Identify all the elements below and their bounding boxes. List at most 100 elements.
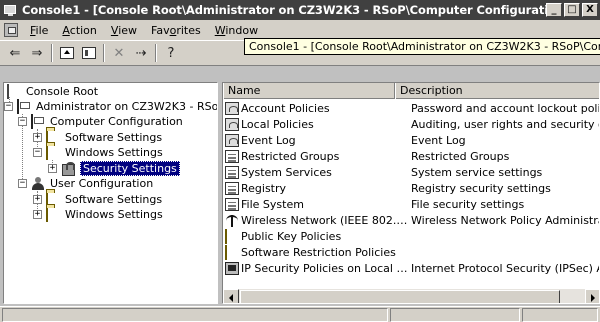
list-item-description: System service settings xyxy=(411,165,543,179)
tree-item-label: Security Settings xyxy=(80,161,180,176)
document-icon xyxy=(225,149,239,163)
tree-item-label: Windows Settings xyxy=(65,146,163,159)
show-hide-console-tree-button[interactable] xyxy=(78,43,100,63)
policy-icon xyxy=(225,133,239,147)
status-panel-secondary xyxy=(390,308,520,322)
antenna-icon xyxy=(225,214,239,227)
title-bar[interactable]: Console1 - [Console Root\Administrator o… xyxy=(0,0,600,20)
tree-item-rsop[interactable]: − Administrator on CZ3W2K3 - RSoP xyxy=(4,98,218,114)
list-item[interactable]: System Services System service settings xyxy=(223,164,599,180)
tree-item-console-root[interactable]: Console Root xyxy=(7,83,98,99)
list-item[interactable]: Local Policies Auditing, user rights and… xyxy=(223,116,599,132)
folder-icon xyxy=(225,244,239,260)
details-list-pane[interactable]: Name Description Account Policies Passwo… xyxy=(222,82,600,304)
collapse-toggle[interactable]: − xyxy=(18,179,27,188)
expand-toggle[interactable]: + xyxy=(48,164,57,173)
menu-action[interactable]: Action xyxy=(55,24,103,37)
help-button[interactable]: ? xyxy=(160,43,182,63)
console-tree-pane[interactable]: Console Root − Administrator on CZ3W2K3 … xyxy=(3,82,218,304)
delete-icon: ✕ xyxy=(113,45,125,61)
list-item[interactable]: File System File security settings xyxy=(223,196,599,212)
list-item-name: Wireless Network (IEEE 802.1... xyxy=(241,213,411,227)
status-panel-main xyxy=(2,308,388,322)
up-folder-icon xyxy=(60,47,74,59)
menu-bar: File Action View Favorites Window xyxy=(0,20,600,40)
list-item-description: File security settings xyxy=(411,197,525,211)
console-root-icon xyxy=(7,83,23,99)
tree-item-computer-windows-settings[interactable]: − Windows Settings xyxy=(33,144,163,160)
close-button[interactable]: X xyxy=(582,3,598,17)
toolbar-separator xyxy=(51,44,53,62)
column-header-description[interactable]: Description xyxy=(395,83,599,99)
tree-item-label: User Configuration xyxy=(50,177,154,190)
tree-item-computer-configuration[interactable]: − Computer Configuration xyxy=(18,113,183,129)
expand-toggle[interactable]: + xyxy=(33,133,42,142)
document-window-icon[interactable] xyxy=(4,23,18,37)
policy-icon xyxy=(225,117,239,131)
toolbar-separator xyxy=(155,44,157,62)
list-item-description: Restricted Groups xyxy=(411,149,510,163)
minimize-button[interactable]: _ xyxy=(546,3,562,17)
list-item[interactable]: Registry Registry security settings xyxy=(223,180,599,196)
list-item[interactable]: Account Policies Password and account lo… xyxy=(223,100,600,116)
expand-toggle[interactable]: + xyxy=(33,210,42,219)
list-item-name: Software Restriction Policies xyxy=(241,245,396,259)
menu-window[interactable]: Window xyxy=(208,24,265,37)
list-item[interactable]: Restricted Groups Restricted Groups xyxy=(223,148,599,164)
list-item-description: Wireless Network Policy Administration. … xyxy=(411,213,599,227)
list-item-name: File System xyxy=(241,197,304,211)
toolbar-separator xyxy=(103,44,105,62)
collapse-toggle[interactable]: − xyxy=(18,117,27,126)
document-icon xyxy=(225,181,239,195)
scroll-thumb[interactable] xyxy=(240,290,560,303)
list-item[interactable]: Wireless Network (IEEE 802.1... Wireless… xyxy=(223,212,599,228)
folder-icon xyxy=(225,228,239,244)
list-item-name: Event Log xyxy=(241,133,296,147)
list-item-name: Public Key Policies xyxy=(241,229,342,243)
mmc-app-icon xyxy=(3,2,19,18)
back-button[interactable]: ⇐ xyxy=(4,43,26,63)
collapse-toggle[interactable]: − xyxy=(4,102,13,111)
horizontal-scrollbar[interactable] xyxy=(223,288,599,303)
list-item[interactable]: Public Key Policies xyxy=(223,228,599,244)
scroll-right-button[interactable] xyxy=(585,289,599,303)
list-item-name: Account Policies xyxy=(241,101,330,115)
window-title-tooltip: Console1 - [Console Root\Administrator o… xyxy=(244,38,600,55)
delete-button[interactable]: ✕ xyxy=(108,43,130,63)
list-item-description: Internet Protocol Security (IPSec) Admin… xyxy=(411,261,599,275)
forward-button[interactable]: ⇒ xyxy=(26,43,48,63)
list-item[interactable]: Software Restriction Policies xyxy=(223,244,599,260)
tree-item-label: Administrator on CZ3W2K3 - RSoP xyxy=(36,100,218,113)
expand-toggle[interactable]: + xyxy=(33,195,42,204)
tree-item-user-configuration[interactable]: − User Configuration xyxy=(18,176,153,191)
column-header-name[interactable]: Name xyxy=(223,83,395,99)
maximize-button[interactable]: □ xyxy=(564,3,580,17)
scroll-left-button[interactable] xyxy=(223,289,239,303)
menu-file[interactable]: File xyxy=(23,24,55,37)
user-icon xyxy=(31,177,47,191)
console-tree-icon xyxy=(82,47,96,59)
up-one-level-button[interactable] xyxy=(56,43,78,63)
list-item-description: Auditing, user rights and security optio… xyxy=(411,117,599,131)
menu-view[interactable]: View xyxy=(104,24,144,37)
list-item-description: Password and account lockout policies xyxy=(411,101,600,115)
tree-item-user-windows-settings[interactable]: + Windows Settings xyxy=(33,206,163,222)
collapse-toggle[interactable]: − xyxy=(33,148,42,157)
status-panel-tertiary xyxy=(522,308,598,322)
help-icon: ? xyxy=(167,45,175,61)
export-list-icon: ⇢ xyxy=(135,45,147,61)
menu-favorites[interactable]: Favorites xyxy=(144,24,208,37)
computer-icon xyxy=(31,113,47,129)
window-title: Console1 - [Console Root\Administrator o… xyxy=(22,3,546,17)
folder-icon xyxy=(46,144,62,160)
ip-security-icon xyxy=(225,261,239,275)
document-icon xyxy=(225,197,239,211)
export-list-button[interactable]: ⇢ xyxy=(130,43,152,63)
list-item[interactable]: IP Security Policies on Local C... Inter… xyxy=(223,260,599,276)
tree-item-label: Computer Configuration xyxy=(50,115,183,128)
list-item-name: Restricted Groups xyxy=(241,149,340,163)
list-item[interactable]: Event Log Event Log xyxy=(223,132,599,148)
list-item-name: Registry xyxy=(241,181,287,195)
tree-item-security-settings[interactable]: + Security Settings xyxy=(48,161,180,176)
document-icon xyxy=(225,165,239,179)
